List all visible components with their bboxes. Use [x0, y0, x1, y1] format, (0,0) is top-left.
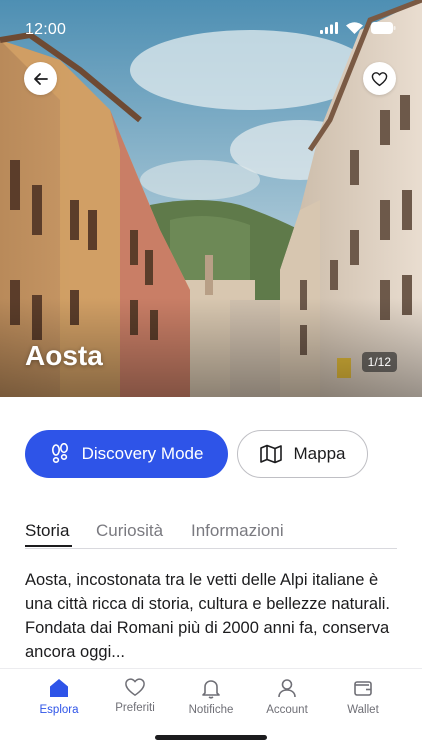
- tab-curiosita[interactable]: Curiosità: [96, 521, 163, 541]
- heart-icon: [371, 71, 388, 86]
- home-indicator: [155, 735, 267, 740]
- status-bar: 12:00: [0, 0, 422, 56]
- nav-label: Notifiche: [188, 704, 234, 716]
- nav-item-notifiche[interactable]: Notifiche: [173, 677, 249, 716]
- nav-item-wallet[interactable]: Wallet: [325, 677, 401, 716]
- hero-image[interactable]: 12:00 Aosta 1/12: [0, 0, 422, 397]
- nav-item-preferiti[interactable]: Preferiti: [97, 677, 173, 714]
- back-button[interactable]: [24, 62, 57, 95]
- status-icons: [320, 22, 396, 34]
- city-description: Aosta, incostonata tra le vetti delle Al…: [25, 571, 391, 661]
- bell-icon: [202, 680, 220, 699]
- battery-icon: [371, 22, 396, 34]
- tab-informazioni[interactable]: Informazioni: [191, 521, 284, 541]
- footprints-icon: [51, 443, 68, 464]
- city-street-photo: [0, 0, 422, 397]
- nav-label: Preferiti: [115, 702, 155, 714]
- map-icon: [259, 444, 282, 464]
- nav-item-account[interactable]: Account: [249, 677, 325, 716]
- photo-counter: 1/12: [361, 352, 397, 372]
- nav-label: Account: [266, 704, 308, 716]
- map-button[interactable]: Mappa: [237, 430, 368, 478]
- active-tab-indicator: [25, 545, 72, 547]
- wifi-icon: [346, 22, 363, 34]
- signal-icon: [320, 22, 338, 34]
- heart-icon: [125, 678, 145, 696]
- nav-label: Wallet: [347, 704, 379, 716]
- discovery-mode-label: Discovery Mode: [81, 444, 204, 463]
- user-icon: [278, 679, 296, 698]
- nav-item-esplora[interactable]: Esplora: [21, 677, 97, 716]
- map-label: Mappa: [293, 444, 346, 463]
- action-buttons: Discovery Mode Mappa: [25, 430, 368, 478]
- status-time: 12:00: [25, 21, 67, 38]
- city-title: Aosta: [25, 340, 103, 371]
- home-icon: [50, 679, 68, 697]
- favorite-button[interactable]: [363, 62, 396, 95]
- wallet-icon: [354, 681, 372, 696]
- tab-storia[interactable]: Storia: [25, 521, 69, 541]
- content-tabs: Storia Curiosità Informazioni: [25, 519, 397, 549]
- discovery-mode-button[interactable]: Discovery Mode: [25, 430, 228, 478]
- nav-label: Esplora: [39, 704, 79, 716]
- arrow-left-icon: [33, 72, 48, 85]
